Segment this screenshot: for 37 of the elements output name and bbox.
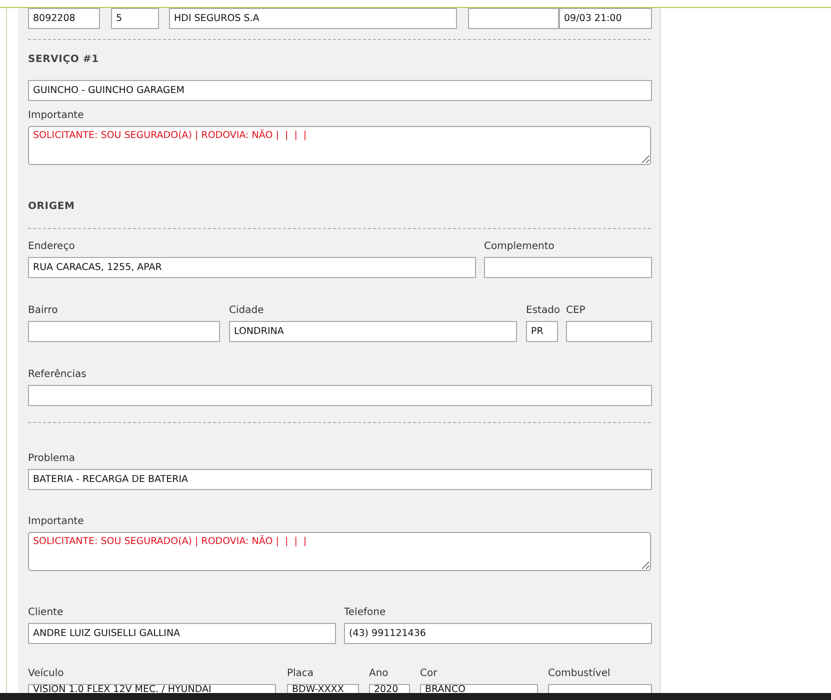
input-field[interactable]: LONDRINA <box>229 321 517 342</box>
input-field[interactable]: 8092208 <box>28 8 100 29</box>
field-label: Referências <box>28 369 88 381</box>
field-label: CEP <box>566 305 586 317</box>
field-label: Ano <box>369 668 390 680</box>
field-label: Estado <box>526 305 558 317</box>
input-field[interactable] <box>468 8 559 29</box>
field-label: Veículo <box>28 668 65 680</box>
input-field[interactable] <box>28 321 220 342</box>
input-field[interactable]: HDI SEGUROS S.A <box>169 8 457 29</box>
notes-field[interactable]: SOLICITANTE: SOU SEGURADO(A) | RODOVIA: NÃO | | | | <box>28 532 651 571</box>
field-label: Problema <box>28 453 76 465</box>
input-field[interactable]: ANDRE LUIZ GUISELLI GALLINA <box>28 623 336 644</box>
field-label: Cidade <box>229 305 265 317</box>
notes-field[interactable]: SOLICITANTE: SOU SEGURADO(A) | RODOVIA: NÃO | | | | <box>28 126 651 165</box>
field-label: Importante <box>28 516 85 528</box>
field-label: Combustível <box>548 668 612 680</box>
input-field[interactable]: 5 <box>111 8 159 29</box>
input-field[interactable] <box>28 385 652 406</box>
section-heading: ORIGEM <box>28 200 76 214</box>
field-label: Bairro <box>28 305 59 317</box>
input-field[interactable]: (43) 991121436 <box>344 623 652 644</box>
input-field[interactable]: GUINCHO - GUINCHO GARAGEM <box>28 80 652 101</box>
input-field[interactable]: BATERIA - RECARGA DE BATERIA <box>28 469 652 490</box>
input-field[interactable]: PR <box>526 321 558 342</box>
field-label: Telefone <box>344 607 387 619</box>
section-heading: SERVIÇO #1 <box>28 53 100 67</box>
input-field[interactable]: RUA CARACAS, 1255, APAR <box>28 257 476 278</box>
field-label: Importante <box>28 110 85 122</box>
field-label: Endereço <box>28 241 76 253</box>
field-label: Placa <box>287 668 315 680</box>
input-field[interactable]: 09/03 21:00 <box>559 8 652 29</box>
input-field[interactable] <box>566 321 652 342</box>
input-field[interactable] <box>484 257 652 278</box>
field-label: Complemento <box>484 241 556 253</box>
field-label: Cor <box>420 668 438 680</box>
field-label: Cliente <box>28 607 64 619</box>
